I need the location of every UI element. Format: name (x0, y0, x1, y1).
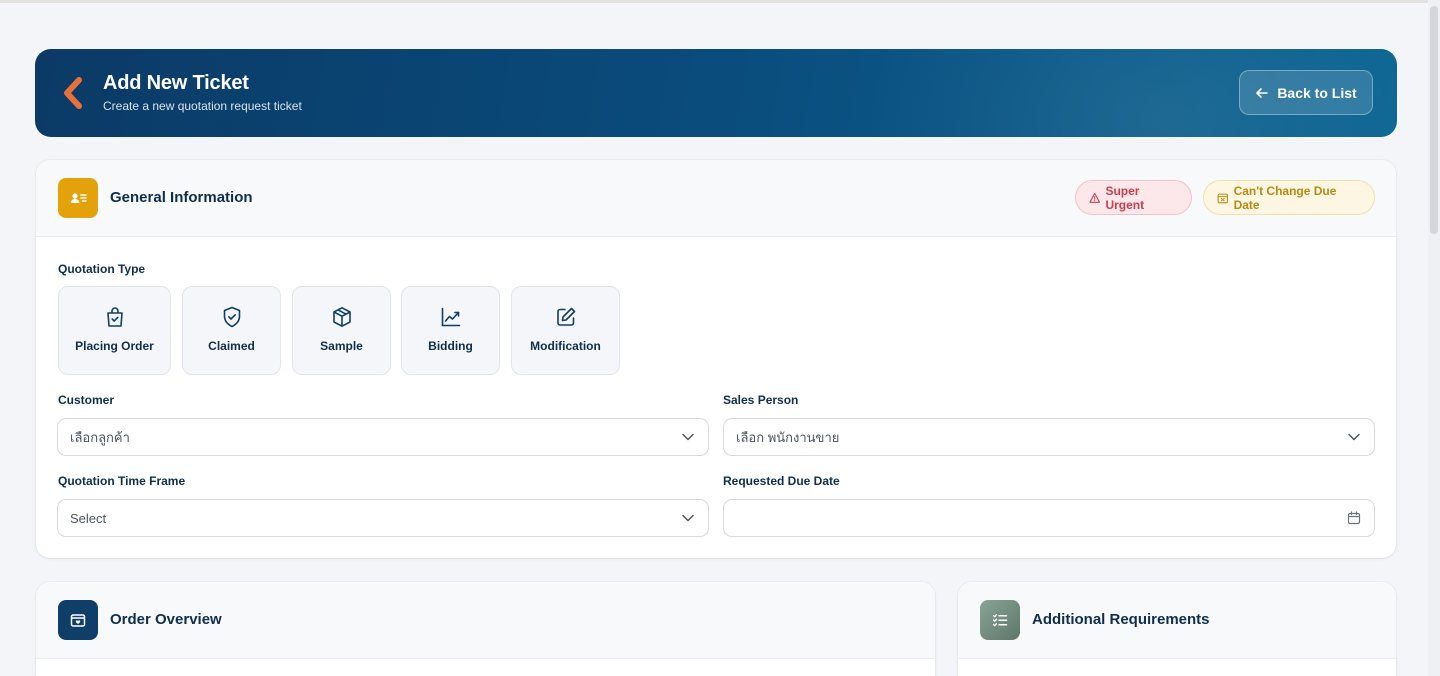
box-icon (332, 307, 351, 327)
sales-person-select-value: เลือก พนักงานขาย (736, 429, 840, 445)
quotation-type-bidding[interactable]: Bidding (401, 286, 500, 375)
quotation-type-claimed[interactable]: Claimed (182, 286, 281, 375)
checklist-icon (980, 600, 1020, 640)
order-overview-header: Order Overview (36, 582, 935, 659)
sales-person-label: Sales Person (723, 393, 799, 407)
quotation-type-label: Bidding (428, 339, 473, 353)
quotation-type-label: Quotation Type (58, 262, 146, 276)
quotation-time-frame-label: Quotation Time Frame (58, 474, 186, 488)
additional-requirements-header: Additional Requirements (958, 582, 1396, 659)
scrollbar-thumb[interactable] (1430, 6, 1438, 234)
chevron-down-icon (682, 514, 694, 522)
general-information-header: General Information Super Urgent Can't C… (36, 160, 1396, 237)
quotation-time-frame-value: Select (70, 510, 107, 526)
additional-requirements-card: Additional Requirements (958, 582, 1396, 676)
quotation-type-label: Placing Order (75, 339, 154, 353)
customer-select[interactable]: เลือกลูกค้า (57, 418, 709, 456)
quotation-type-label: Sample (320, 339, 363, 353)
general-information-title: General Information (110, 189, 253, 206)
contact-card-icon (58, 178, 98, 218)
trending-chart-icon (441, 307, 460, 327)
shopping-bag-check-icon (106, 307, 123, 327)
quotation-time-frame-select[interactable]: Select (57, 499, 709, 537)
top-edge-line (0, 0, 1440, 3)
package-box-icon (58, 600, 98, 640)
edit-icon (556, 307, 575, 326)
requested-due-date-label: Requested Due Date (723, 474, 840, 488)
order-overview-card: Order Overview (36, 582, 935, 676)
sales-person-select[interactable]: เลือก พนักงานขาย (723, 418, 1375, 456)
quotation-type-placing-order[interactable]: Placing Order (58, 286, 171, 375)
customer-label: Customer (58, 393, 115, 407)
chevron-down-icon (682, 433, 694, 441)
warning-triangle-icon (1089, 192, 1101, 203)
order-overview-title: Order Overview (110, 611, 222, 628)
chevron-left-icon (64, 77, 82, 109)
quotation-type-sample[interactable]: Sample (292, 286, 391, 375)
quotation-type-label: Modification (530, 339, 601, 353)
quotation-type-label: Claimed (208, 339, 255, 353)
cant-change-due-date-label: Can't Change Due Date (1233, 183, 1337, 212)
chevron-down-icon (1348, 433, 1360, 441)
super-urgent-label: Super Urgent (1105, 183, 1145, 212)
super-urgent-toggle[interactable]: Super Urgent (1075, 180, 1192, 215)
page-title: Add New Ticket (103, 72, 249, 94)
calendar-x-icon (1217, 193, 1228, 203)
page-scrollbar[interactable] (1428, 0, 1440, 676)
customer-select-value: เลือกลูกค้า (70, 429, 130, 445)
shield-check-icon (223, 306, 240, 328)
page-header-banner: Add New Ticket Create a new quotation re… (35, 49, 1397, 137)
requested-due-date-input[interactable] (723, 499, 1375, 537)
page-subtitle: Create a new quotation request ticket (103, 99, 302, 113)
calendar-icon (1347, 511, 1361, 525)
arrow-left-icon (1256, 87, 1269, 98)
cant-change-due-date-toggle[interactable]: Can't Change Due Date (1203, 180, 1375, 215)
quotation-type-modification[interactable]: Modification (511, 286, 620, 375)
general-information-card: General Information Super Urgent Can't C… (36, 160, 1396, 558)
additional-requirements-title: Additional Requirements (1032, 611, 1210, 628)
back-to-list-button[interactable]: Back to List (1239, 70, 1373, 115)
back-to-list-label: Back to List (1277, 84, 1357, 101)
